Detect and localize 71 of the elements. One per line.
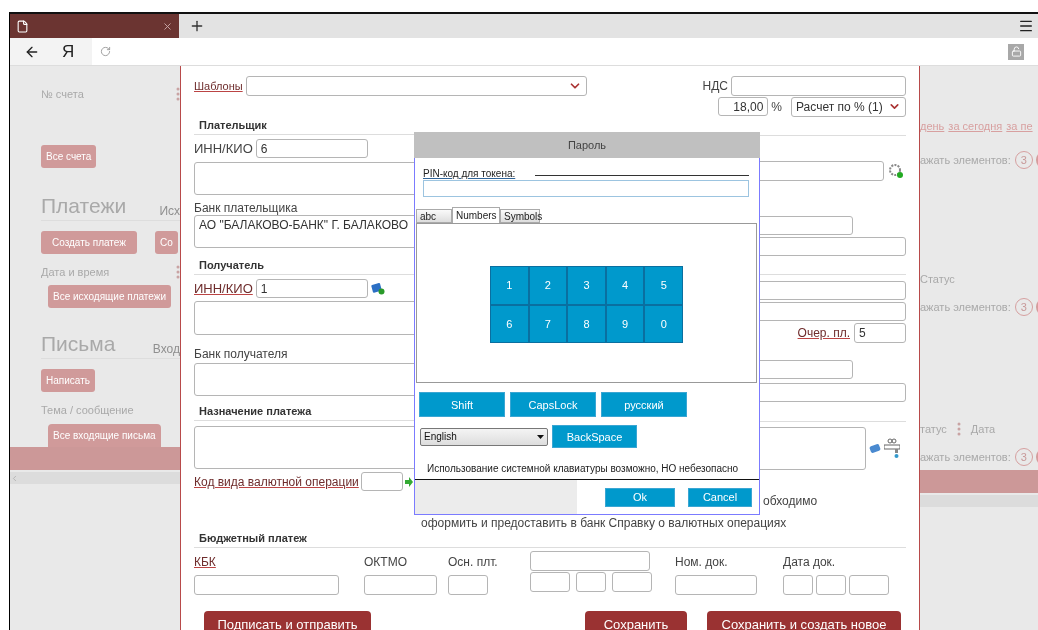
number-key[interactable]: 3: [567, 266, 606, 305]
view-all-button[interactable]: Все исходящие платежи: [48, 285, 171, 308]
percent-label: %: [771, 99, 782, 114]
warning-text: Использование системной клавиатуры возможно, НО небезопасно: [427, 463, 740, 474]
number-key[interactable]: 8: [567, 304, 606, 343]
note-text: обходимо: [763, 494, 818, 508]
keyboard-tab[interactable]: Numbers: [452, 207, 500, 223]
inn-link[interactable]: ИНН/КИО: [194, 281, 253, 296]
inn-field[interactable]: 6: [255, 139, 368, 158]
keyboard-mode-button[interactable]: CapsLock: [510, 392, 596, 417]
budget-link[interactable]: КБК: [194, 555, 216, 569]
currency-code-link[interactable]: Код вида валютной операции: [194, 474, 359, 489]
number-key[interactable]: 2: [528, 266, 568, 305]
inn-label: ИНН/КИО: [194, 141, 253, 156]
section-title: Получатель: [198, 259, 265, 271]
number-key[interactable]: 0: [644, 304, 683, 343]
number-key[interactable]: 5: [644, 266, 683, 305]
action-button[interactable]: Со: [155, 231, 178, 254]
section-tab[interactable]: Исх: [159, 204, 180, 218]
section-title: Бюджетный платеж: [198, 532, 307, 544]
vat-label: НДС: [702, 79, 728, 93]
field-label: Банк плательщика: [194, 201, 298, 215]
column-header: Дата и время: [41, 266, 110, 278]
view-all-button[interactable]: Все входящие письма: [48, 424, 161, 447]
period-link[interactable]: за пе: [1006, 120, 1033, 132]
field-label: Банк получателя: [194, 347, 288, 361]
number-key[interactable]: 9: [605, 304, 645, 343]
cancel-button[interactable]: Cancel: [688, 487, 752, 507]
number-key[interactable]: 6: [490, 304, 529, 343]
queue-link[interactable]: Очер. пл.: [797, 326, 850, 340]
field-label: Дата док.: [783, 555, 836, 569]
section-title: Плательщик: [198, 119, 267, 131]
column-header: Дата: [970, 423, 996, 435]
field-label: Ном. док.: [675, 555, 728, 569]
all-accounts-button[interactable]: Все счета: [41, 145, 97, 168]
dialog-title: Пароль: [567, 139, 607, 151]
queue-field[interactable]: 5: [854, 323, 906, 343]
period-link[interactable]: день: [920, 120, 945, 132]
page-size-label: ажать элементов:: [920, 301, 1011, 313]
keyboard-tab[interactable]: abc: [416, 209, 452, 223]
action-button[interactable]: Написать: [41, 369, 95, 392]
field-label: ОКТМО: [364, 555, 407, 569]
section-tab[interactable]: Вход: [152, 342, 180, 356]
page-size-label: ажать элементов:: [920, 154, 1011, 166]
section-heading: Платежи: [41, 194, 127, 218]
browser-logo: Я: [62, 41, 76, 62]
column-header: № счета: [41, 88, 84, 100]
note-text: оформить и предоставить в банк Справку о валютных операциях: [421, 516, 787, 530]
number-key[interactable]: 4: [605, 266, 645, 305]
column-header: татус: [920, 423, 947, 435]
column-header: Тема / сообщение: [41, 404, 134, 416]
action-button[interactable]: Создать платеж: [41, 231, 137, 254]
number-key[interactable]: 7: [528, 304, 568, 343]
templates-link[interactable]: Шаблоны: [194, 80, 243, 92]
language-select[interactable]: English: [420, 427, 548, 446]
section-heading: Письма: [41, 332, 116, 356]
column-header: Статус: [920, 273, 955, 285]
ok-button[interactable]: Ok: [605, 487, 675, 507]
pin-label: PIN-код для токена:: [423, 168, 516, 179]
backspace-button[interactable]: BackSpace: [552, 425, 637, 448]
period-link[interactable]: за сегодня: [948, 120, 1003, 132]
keyboard-mode-button[interactable]: Shift: [419, 392, 505, 417]
inn-field[interactable]: 1: [255, 279, 368, 298]
section-title: Назначение платежа: [198, 405, 312, 417]
vat-rate-field[interactable]: 18,00: [718, 97, 769, 116]
keyboard-tab[interactable]: Symbols: [500, 209, 540, 223]
field-label: Осн. плт.: [448, 555, 498, 569]
page-size-label: ажать элементов:: [920, 451, 1011, 463]
keyboard-mode-button[interactable]: русский: [601, 392, 687, 417]
number-key[interactable]: 1: [490, 266, 529, 305]
vat-mode-select[interactable]: Расчет по % (1): [791, 96, 906, 117]
